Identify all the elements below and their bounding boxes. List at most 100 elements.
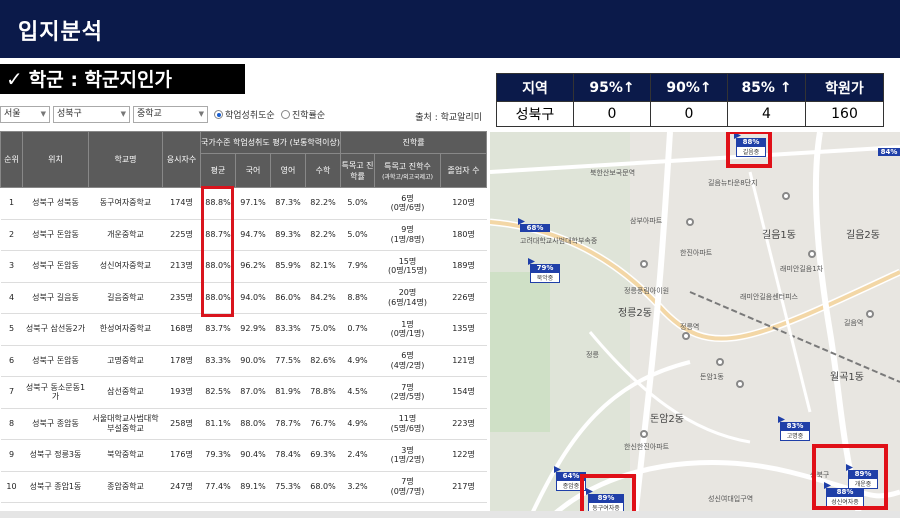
map-label: 길음뉴타운8단지	[708, 179, 758, 187]
table-cell-test: 225명	[162, 219, 201, 251]
special-count-breakdown: (4명/2명)	[390, 360, 425, 370]
check-icon: ✓	[6, 67, 23, 91]
table-cell-math: 76.7%	[305, 408, 341, 440]
table-cell-eng: 89.3%	[270, 219, 306, 251]
special-count-breakdown: (0명/15명)	[388, 266, 427, 276]
table-row: 3 성북구 돈암동 성신여자중학교 213명 88.0% 96.2% 85.9% 82.1% 7…	[0, 250, 487, 283]
table-row: 8 성북구 종암동 서울대학교사범대학부설중학교 258명 81.1% 88.0% 78.7…	[0, 408, 487, 440]
th-graduates: 졸업자 수	[439, 153, 488, 188]
special-count: 3명	[401, 445, 414, 455]
summary-cell-90: 0	[650, 101, 728, 127]
flag-percent: 68%	[520, 224, 550, 232]
table-cell-kor: 90.0%	[235, 345, 271, 377]
table-cell-test: 178명	[162, 345, 201, 377]
table-cell-eng: 87.3%	[270, 187, 306, 220]
table-cell-eng: 78.4%	[270, 439, 306, 472]
highlight-box	[201, 186, 234, 317]
table-cell-count: 6명 (4명/2명)	[374, 345, 441, 377]
poi-icon	[808, 250, 816, 258]
table-cell-count: 9명 (1명/8명)	[374, 219, 441, 251]
special-count-breakdown: (0명/7명)	[390, 486, 425, 496]
table-cell-grads: 217명	[440, 471, 487, 503]
table-cell-math: 82.2%	[305, 187, 341, 220]
table-cell-school: 길음중학교	[88, 282, 163, 314]
map-label: 정릉2동	[618, 308, 652, 319]
table-cell-math: 75.0%	[305, 313, 341, 346]
map-label: 정릉역	[680, 323, 700, 331]
map-label: 래미안길음1차	[780, 265, 824, 273]
summary-header-95: 95%↑	[573, 73, 651, 102]
flag-percent: 79%	[530, 264, 560, 272]
map-highlight-box	[726, 132, 772, 168]
district-select-value: 성북구	[57, 109, 82, 119]
special-count: 6명	[401, 351, 414, 361]
th-rank: 순위	[0, 131, 23, 188]
special-count: 20명	[398, 288, 417, 298]
table-row: 2 성북구 돈암동 개운중학교 225명 88.7% 94.7% 89.3% 82.2% 5.0…	[0, 219, 487, 251]
summary-cell-85: 4	[727, 101, 806, 127]
map-label: 월곡1동	[830, 372, 864, 383]
poi-icon	[782, 192, 790, 200]
table-cell-rank: 4	[0, 282, 23, 314]
th-special-count-sub: (과학고/외고국제고)	[382, 173, 433, 181]
table-row: 10 성북구 종암1동 종암중학교 247명 77.4% 89.1% 75.3% 68.0% 3…	[0, 471, 487, 503]
table-cell-test: 176명	[162, 439, 201, 472]
table-cell-eng: 86.0%	[270, 282, 306, 314]
special-count: 6명	[401, 193, 414, 203]
special-count-breakdown: (5명/6명)	[390, 423, 425, 433]
table-cell-school: 삼선중학교	[88, 376, 163, 409]
summary-cell-region: 성북구	[496, 101, 574, 127]
map-label: 정릉	[586, 351, 599, 359]
map-label: 성신여대입구역	[708, 495, 754, 503]
table-cell-kor: 96.2%	[235, 250, 271, 283]
table-cell-rank: 10	[0, 471, 23, 503]
table-cell-kor: 89.1%	[235, 471, 271, 503]
table-cell-loc: 성북구 돈암동	[22, 345, 89, 377]
table-cell-rank: 1	[0, 187, 23, 220]
table-cell-rank: 8	[0, 408, 23, 440]
radio-achievement[interactable]: 학업성취도순	[214, 108, 275, 121]
map-flag-bukak[interactable]: 79% 북악중	[528, 258, 560, 283]
table-cell-test: 174명	[162, 187, 201, 220]
table-cell-eng: 75.3%	[270, 471, 306, 503]
table-cell-grads: 180명	[440, 219, 487, 251]
map-label: 돈암1동	[700, 373, 724, 381]
table-cell-grads: 135명	[440, 313, 487, 346]
summary-table: 지역 95%↑ 90%↑ 85% ↑ 학원가 성북구 0 0 4 160	[496, 73, 884, 127]
district-select[interactable]: 성북구 ▼	[53, 106, 130, 123]
map-flag-gomyeong[interactable]: 83% 고명중	[778, 416, 810, 441]
map-flag-68[interactable]: 68%	[518, 218, 550, 232]
table-row: 6 성북구 돈암동 고명중학교 178명 83.3% 90.0% 77.5% 82.6% 4.9…	[0, 345, 487, 377]
poi-icon	[686, 218, 694, 226]
section-title: ✓ 학군 : 학군지인가	[0, 64, 245, 94]
table-row: 7 성북구 동소문동1가 삼선중학교 193명 82.5% 87.0% 81.9% 78.8%…	[0, 376, 487, 409]
table-cell-loc: 성북구 종암1동	[22, 471, 89, 503]
table-cell-school: 북악중학교	[88, 439, 163, 472]
chevron-down-icon: ▼	[198, 110, 204, 118]
bottom-strip	[0, 511, 900, 518]
th-average: 평균	[200, 153, 236, 188]
flag-name: 고명중	[780, 430, 810, 441]
th-korean: 국어	[235, 153, 271, 188]
table-cell-count: 20명 (6명/14명)	[374, 282, 441, 314]
map-view[interactable]: 북한산보국문역 고려대학교사범대학부속중 정릉2동 정릉역 돈암2동 길음1동 …	[490, 132, 900, 518]
map-flag-84[interactable]: 84%	[878, 148, 900, 156]
table-cell-rank: 3	[0, 250, 23, 283]
table-cell-loc: 성북구 길음동	[22, 282, 89, 314]
table-cell-test: 258명	[162, 408, 201, 440]
table-cell-test: 247명	[162, 471, 201, 503]
radio-advance-label: 진학률순	[292, 111, 326, 121]
poi-icon	[640, 260, 648, 268]
table-cell-math: 82.6%	[305, 345, 341, 377]
table-cell-math: 82.2%	[305, 219, 341, 251]
special-count-breakdown: (1명/8명)	[390, 234, 425, 244]
flag-percent: 83%	[780, 422, 810, 430]
flag-percent: 84%	[878, 148, 900, 156]
level-select[interactable]: 중학교 ▼	[133, 106, 208, 123]
city-select[interactable]: 서울 ▼	[0, 106, 50, 123]
table-cell-math: 68.0%	[305, 471, 341, 503]
radio-advance[interactable]: 진학률순	[281, 108, 325, 121]
th-test-takers: 응시자수	[162, 131, 201, 188]
table-cell-school: 동구여자중학교	[88, 187, 163, 220]
table-cell-rate: 8.8%	[340, 282, 375, 314]
